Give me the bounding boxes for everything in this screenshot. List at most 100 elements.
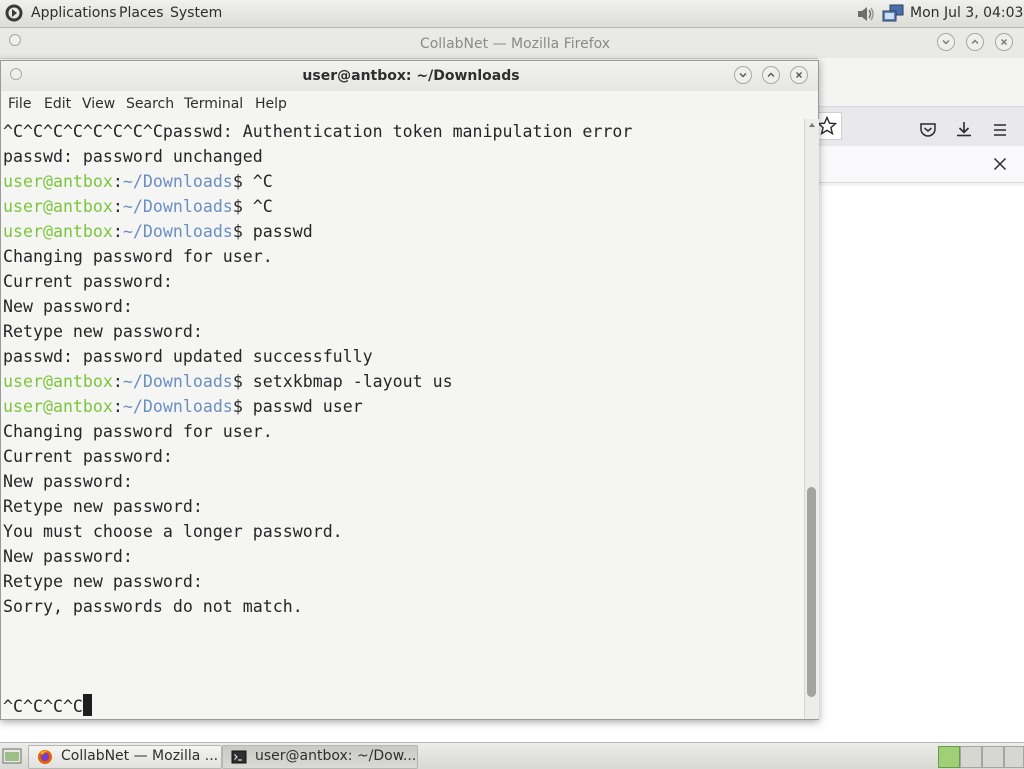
- prompt-path: ~/Downloads: [122, 372, 233, 391]
- close-icon: [796, 72, 802, 78]
- menu-applications[interactable]: Applications: [31, 5, 117, 21]
- taskbar-item-firefox[interactable]: CollabNet — Mozilla ...: [28, 745, 222, 769]
- terminal-output-line: Retype new password:: [3, 572, 203, 591]
- chevron-up-icon: [767, 72, 775, 77]
- prompt-command: setxkbmap -layout us: [252, 372, 453, 391]
- prompt-symbol: $: [232, 172, 253, 191]
- terminal-menubar: File Edit View Search Terminal Help: [1, 93, 818, 117]
- prompt-path: ~/Downloads: [122, 197, 233, 216]
- prompt-separator: :: [112, 372, 123, 391]
- terminal-output-line: Changing password for user.: [3, 247, 273, 266]
- minimize-button[interactable]: [734, 66, 752, 84]
- prompt-symbol: $: [232, 197, 253, 216]
- prompt-path: ~/Downloads: [122, 172, 233, 191]
- network-icon[interactable]: [882, 4, 904, 24]
- prompt-separator: :: [112, 172, 123, 191]
- terminal-output-line: Current password:: [3, 447, 173, 466]
- prompt-separator: :: [112, 397, 123, 416]
- star-icon: [816, 115, 838, 136]
- terminal-icon: [231, 750, 247, 764]
- menu-file[interactable]: File: [8, 96, 31, 112]
- prompt-user: user@antbox: [3, 172, 113, 191]
- bookmark-star-button[interactable]: [815, 112, 842, 140]
- close-button[interactable]: [790, 66, 808, 84]
- download-icon[interactable]: [955, 120, 973, 138]
- maximize-button[interactable]: [762, 66, 780, 84]
- prompt-user: user@antbox: [3, 372, 113, 391]
- close-button[interactable]: [995, 33, 1013, 51]
- menu-system[interactable]: System: [170, 5, 222, 21]
- prompt-symbol: $: [232, 372, 253, 391]
- close-icon[interactable]: [992, 156, 1008, 172]
- debian-logo-icon[interactable]: [4, 3, 24, 23]
- prompt-user: user@antbox: [3, 222, 113, 241]
- terminal-output-line: Retype new password:: [3, 322, 203, 341]
- show-desktop-icon[interactable]: [2, 747, 22, 765]
- terminal-output-line: ^C^C^C^C^C^C^C^Cpasswd: Authentication t…: [3, 122, 633, 141]
- terminal-titlebar[interactable]: user@antbox: ~/Downloads: [1, 61, 818, 91]
- menu-search[interactable]: Search: [126, 96, 174, 112]
- workspace-1[interactable]: [938, 746, 960, 768]
- prompt-separator: :: [112, 197, 123, 216]
- prompt-separator: :: [112, 222, 123, 241]
- menu-help[interactable]: Help: [255, 96, 287, 112]
- taskbar-label: CollabNet — Mozilla ...: [61, 748, 219, 764]
- prompt-path: ~/Downloads: [122, 222, 233, 241]
- prompt-command: passwd: [252, 222, 313, 241]
- terminal-output-line: New password:: [3, 547, 133, 566]
- menu-view[interactable]: View: [82, 96, 115, 112]
- pocket-icon[interactable]: [919, 121, 937, 139]
- firefox-title: CollabNet — Mozilla Firefox: [419, 36, 611, 52]
- close-icon: [1001, 39, 1007, 45]
- terminal-title: user@antbox: ~/Downloads: [302, 68, 520, 84]
- terminal-window: user@antbox: ~/Downloads File Edit View …: [0, 60, 819, 720]
- terminal-output-line: Current password:: [3, 272, 173, 291]
- terminal-output-line: You must choose a longer password.: [3, 522, 343, 541]
- hamburger-menu-icon[interactable]: [991, 121, 1009, 139]
- menu-edit[interactable]: Edit: [44, 96, 71, 112]
- firefox-titlebar[interactable]: CollabNet — Mozilla Firefox: [0, 28, 1024, 59]
- terminal-input-text: ^C^C^C^C: [3, 697, 83, 716]
- terminal-output[interactable]: ^C^C^C^C^C^C^C^Cpasswd: Authentication t…: [1, 119, 804, 719]
- terminal-prompt-line: user@antbox:~/Downloads$ passwd user: [3, 394, 363, 419]
- terminal-output-line: Changing password for user.: [3, 422, 273, 441]
- menu-places[interactable]: Places: [119, 5, 164, 21]
- scrollbar-thumb[interactable]: [807, 487, 816, 697]
- prompt-user: user@antbox: [3, 197, 113, 216]
- chevron-down-icon: [942, 40, 950, 45]
- prompt-command: ^C: [252, 197, 273, 216]
- prompt-symbol: $: [232, 397, 253, 416]
- volume-icon[interactable]: [856, 5, 876, 23]
- prompt-path: ~/Downloads: [122, 397, 233, 416]
- terminal-current-line: ^C^C^C^C: [3, 694, 92, 719]
- terminal-output-line: New password:: [3, 472, 133, 491]
- workspace-2[interactable]: [960, 746, 982, 768]
- terminal-prompt-line: user@antbox:~/Downloads$ ^C: [3, 169, 273, 194]
- scroll-up-icon[interactable]: [808, 121, 816, 129]
- taskbar-label: user@antbox: ~/Dow...: [255, 748, 417, 764]
- firefox-notification-bar: [818, 146, 1024, 183]
- clock[interactable]: Mon Jul 3, 04:03: [910, 5, 1023, 21]
- terminal-output-line: passwd: password unchanged: [3, 147, 263, 166]
- terminal-output-line: passwd: password updated successfully: [3, 347, 373, 366]
- workspace-3[interactable]: [982, 746, 1004, 768]
- workspace-4[interactable]: [1004, 746, 1024, 768]
- maximize-button[interactable]: [966, 33, 984, 51]
- terminal-prompt-line: user@antbox:~/Downloads$ setxkbmap -layo…: [3, 369, 453, 394]
- minimize-button[interactable]: [937, 33, 955, 51]
- prompt-command: passwd user: [252, 397, 363, 416]
- taskbar-item-terminal[interactable]: user@antbox: ~/Dow...: [222, 745, 418, 769]
- firefox-icon: [38, 750, 52, 764]
- menu-terminal[interactable]: Terminal: [184, 96, 243, 112]
- top-panel: Applications Places System Mon Jul 3, 04…: [0, 0, 1024, 28]
- terminal-scrollbar[interactable]: [804, 119, 819, 719]
- terminal-prompt-line: user@antbox:~/Downloads$ passwd: [3, 219, 313, 244]
- chevron-up-icon: [971, 39, 979, 44]
- prompt-user: user@antbox: [3, 397, 113, 416]
- text-cursor: [82, 694, 92, 716]
- terminal-output-line: Retype new password:: [3, 497, 203, 516]
- prompt-symbol: $: [232, 222, 253, 241]
- bottom-panel: CollabNet — Mozilla ... user@antbox: ~/D…: [0, 742, 1024, 769]
- terminal-prompt-line: user@antbox:~/Downloads$ ^C: [3, 194, 273, 219]
- prompt-command: ^C: [252, 172, 273, 191]
